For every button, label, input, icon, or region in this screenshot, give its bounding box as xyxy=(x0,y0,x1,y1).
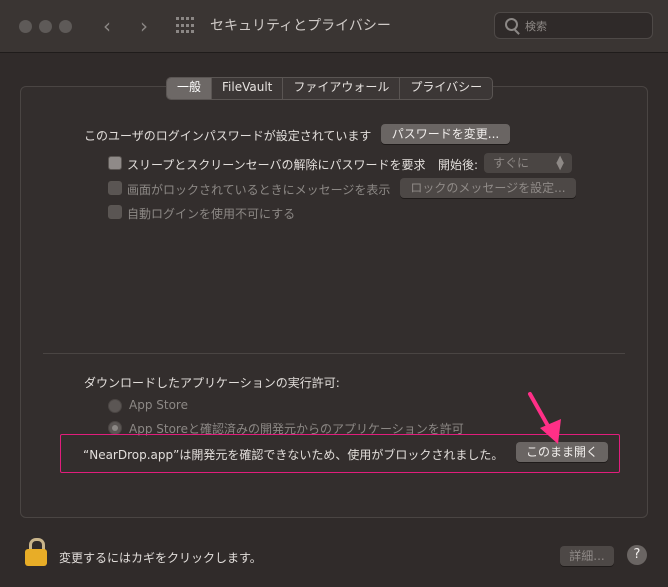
app-store-label: App Store xyxy=(129,398,188,412)
start-after-label: 開始後: xyxy=(438,158,479,172)
section-divider xyxy=(43,353,625,354)
tab-general[interactable]: 一般 xyxy=(167,78,213,99)
lock-message-checkbox[interactable] xyxy=(108,181,122,195)
downloads-heading: ダウンロードしたアプリケーションの実行許可: xyxy=(84,376,340,390)
require-password-label: スリープとスクリーンセーバの解除にパスワードを要求 xyxy=(127,158,426,172)
tab-firewall[interactable]: ファイアウォール xyxy=(283,78,401,99)
disable-auto-login-checkbox[interactable] xyxy=(108,205,122,219)
tab-bar: 一般 FileVault ファイアウォール プライバシー xyxy=(166,77,494,100)
grid-icon[interactable] xyxy=(176,17,194,35)
start-after-value: すぐに xyxy=(493,156,530,170)
preferences-window: ‹ › セキュリティとプライバシー 一般 FileVault ファイアウォール … xyxy=(0,0,668,587)
disable-auto-login-label: 自動ログインを使用不可にする xyxy=(127,207,296,221)
zoom-window-button[interactable] xyxy=(59,20,72,33)
set-lock-message-button[interactable]: ロックのメッセージを設定... xyxy=(400,178,576,198)
identified-developers-radio[interactable] xyxy=(108,421,122,435)
password-status-text: このユーザのログインパスワードが設定されています xyxy=(84,129,372,143)
search-field[interactable] xyxy=(494,12,653,39)
search-input[interactable] xyxy=(523,17,647,36)
app-store-radio[interactable] xyxy=(108,399,122,413)
advanced-button[interactable]: 詳細... xyxy=(560,546,614,566)
minimize-window-button[interactable] xyxy=(39,20,52,33)
help-button[interactable]: ? xyxy=(627,545,647,565)
lock-instruction-text: 変更するにはカギをクリックします。 xyxy=(59,551,262,565)
back-icon[interactable]: ‹ xyxy=(96,14,118,38)
blocked-app-message: “NearDrop.app”は開発元を確認できないため、使用がブロックされました… xyxy=(83,448,504,462)
change-password-button[interactable]: パスワードを変更... xyxy=(381,124,510,144)
chevron-updown-icon: ▲ ▼ xyxy=(556,154,564,172)
tab-privacy[interactable]: プライバシー xyxy=(400,78,492,99)
window-title: セキュリティとプライバシー xyxy=(210,18,391,34)
start-after-select[interactable]: すぐに ▲ ▼ xyxy=(484,153,572,173)
title-bar: ‹ › セキュリティとプライバシー xyxy=(0,0,668,53)
forward-icon[interactable]: › xyxy=(133,14,155,38)
open-anyway-button[interactable]: このまま開く xyxy=(516,442,608,462)
close-window-button[interactable] xyxy=(19,20,32,33)
search-icon xyxy=(505,18,518,31)
lock-message-label: 画面がロックされているときにメッセージを表示 xyxy=(127,183,391,197)
lock-icon[interactable] xyxy=(25,538,47,566)
tab-filevault[interactable]: FileVault xyxy=(212,78,284,99)
require-password-checkbox[interactable] xyxy=(108,156,122,170)
